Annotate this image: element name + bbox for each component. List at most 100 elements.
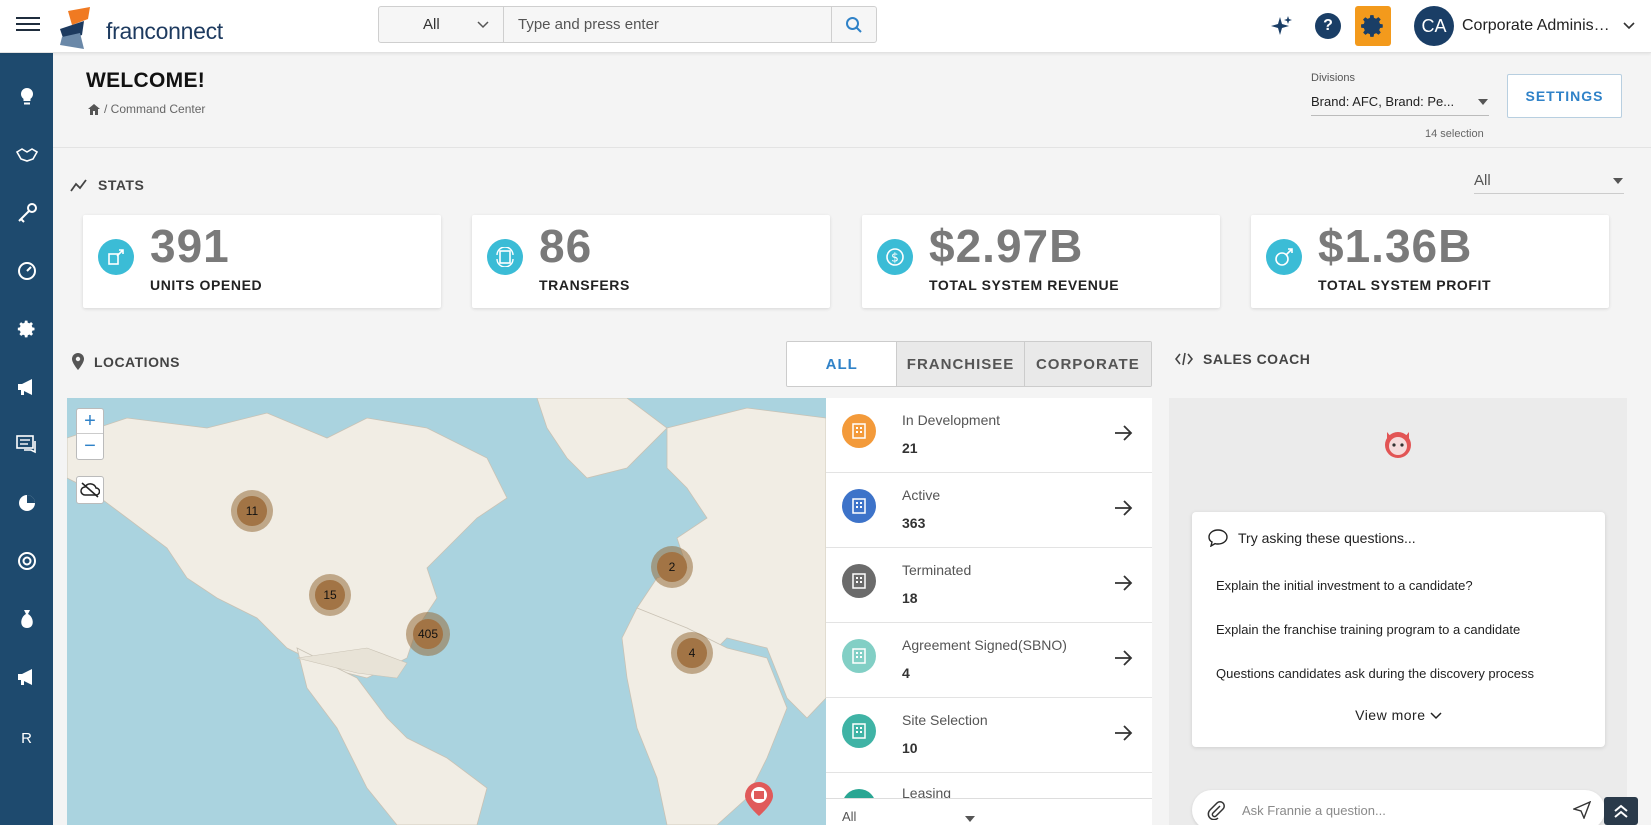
sidebar-item-support[interactable] [0, 541, 53, 581]
menu-icon[interactable] [16, 14, 40, 34]
search-input[interactable] [504, 7, 831, 42]
breadcrumb-current: / Command Center [104, 102, 206, 116]
sidebar-item-marketing[interactable] [0, 367, 53, 407]
admin-settings-button[interactable] [1355, 6, 1391, 46]
gear-icon [1361, 15, 1383, 37]
settings-button[interactable]: SETTINGS [1507, 74, 1622, 118]
help-icon[interactable]: ? [1315, 13, 1341, 39]
arrow-right-icon[interactable] [1114, 724, 1134, 742]
status-filter-select[interactable]: All [826, 798, 1152, 825]
status-name: Terminated [902, 562, 972, 578]
user-name[interactable]: Corporate Administr... [1462, 17, 1612, 35]
arrow-right-icon[interactable] [1114, 574, 1134, 592]
sidebar-item-r[interactable]: R [0, 718, 53, 758]
sidebar-item-dashboard[interactable] [0, 251, 53, 291]
sidebar-item-keys[interactable] [0, 193, 53, 233]
locations-heading: LOCATIONS [72, 353, 180, 370]
stat-card-transfers[interactable]: 86 TRANSFERS [472, 215, 830, 308]
dollar-icon: $ [877, 239, 913, 275]
status-agreement-signed[interactable]: Agreement Signed(SBNO) 4 [826, 623, 1152, 698]
double-chevron-up-icon [1614, 804, 1628, 818]
map-cluster[interactable]: 15 [309, 574, 351, 616]
stats-title: STATS [98, 177, 145, 193]
frannie-mascot-icon [1385, 432, 1411, 458]
suggested-questions-heading: Try asking these questions... [1208, 529, 1416, 547]
home-icon[interactable] [88, 103, 100, 115]
zoom-control: + − [76, 408, 104, 460]
locations-map[interactable]: + − 11 15 405 2 4 [67, 398, 826, 825]
avatar[interactable]: CA [1414, 6, 1454, 46]
transfer-icon [487, 239, 523, 275]
divider [53, 147, 1651, 148]
handshake-icon [15, 148, 38, 162]
arrow-right-icon[interactable] [1114, 649, 1134, 667]
sidebar-item-admin[interactable] [0, 309, 53, 349]
search-button[interactable] [831, 7, 876, 42]
suggested-question[interactable]: Explain the franchise training program t… [1216, 622, 1520, 637]
chevron-down-icon[interactable] [1622, 21, 1636, 31]
paperclip-icon[interactable] [1206, 800, 1226, 820]
stat-card-total-profit[interactable]: $1.36B TOTAL SYSTEM PROFIT [1251, 215, 1609, 308]
suggested-question[interactable]: Questions candidates ask during the disc… [1216, 666, 1534, 681]
sidebar-item-reports[interactable] [0, 483, 53, 523]
status-site-selection[interactable]: Site Selection 10 [826, 698, 1152, 773]
stat-value: 86 [539, 220, 593, 272]
suggested-questions-card: Try asking these questions... Explain th… [1192, 512, 1605, 747]
pie-icon [18, 495, 35, 511]
lifebuoy-icon [17, 552, 36, 570]
status-name: Active [902, 487, 941, 503]
logo-text: franconnect [106, 18, 223, 44]
arrow-right-icon[interactable] [1114, 499, 1134, 517]
key-icon [17, 203, 37, 223]
tab-all[interactable]: ALL [787, 342, 897, 386]
franconnect-logo[interactable]: franconnect [58, 7, 238, 49]
scroll-to-top-button[interactable] [1604, 797, 1638, 825]
megaphone-icon [17, 669, 32, 685]
gear-icon [17, 320, 34, 338]
cloud-off-button[interactable] [76, 476, 104, 504]
top-bar: franconnect All ? CA Corporate Administr… [0, 0, 1651, 53]
caret-down-icon [1478, 98, 1488, 105]
map-cluster[interactable]: 4 [671, 632, 713, 674]
location-status-list: In Development 21 Active 363 Terminated … [826, 398, 1152, 825]
sparkle-icon[interactable] [1269, 13, 1295, 39]
speech-bubble-icon [1208, 529, 1228, 547]
send-icon[interactable] [1573, 801, 1591, 819]
suggested-question[interactable]: Explain the initial investment to a cand… [1216, 578, 1473, 593]
chevron-down-icon [477, 20, 489, 28]
divisions-select[interactable]: Brand: AFC, Brand: Pe... [1311, 88, 1489, 116]
map-cluster[interactable]: 405 [406, 612, 450, 656]
search-scope-select[interactable]: All [379, 7, 504, 42]
status-active[interactable]: Active 363 [826, 473, 1152, 548]
stat-card-units-opened[interactable]: 391 UNITS OPENED [83, 215, 441, 308]
stat-card-total-revenue[interactable]: $ $2.97B TOTAL SYSTEM REVENUE [862, 215, 1220, 308]
tab-corporate[interactable]: CORPORATE [1023, 342, 1151, 386]
megaphone-icon [17, 379, 32, 395]
map-marker-icon[interactable] [745, 782, 773, 816]
units-icon [98, 239, 134, 275]
locations-title: LOCATIONS [94, 353, 180, 370]
sidebar-item-campaigns[interactable] [0, 657, 53, 697]
ask-frannie-input[interactable] [1242, 802, 1557, 818]
map-cluster[interactable]: 2 [651, 546, 693, 588]
status-filter-value: All [842, 809, 857, 824]
zoom-out-button[interactable]: − [77, 434, 103, 459]
sidebar-item-messages[interactable] [0, 425, 53, 465]
view-more-button[interactable]: View more [1192, 707, 1605, 723]
zoom-in-button[interactable]: + [77, 409, 103, 434]
stat-label: UNITS OPENED [150, 277, 263, 293]
map-cluster[interactable]: 11 [231, 490, 273, 532]
sidebar-item-finance[interactable] [0, 599, 53, 639]
building-icon [842, 564, 876, 598]
status-terminated[interactable]: Terminated 18 [826, 548, 1152, 623]
global-search: All [378, 6, 877, 43]
sidebar-item-deals[interactable] [0, 135, 53, 175]
stats-filter-select[interactable]: All [1474, 168, 1624, 194]
map-pin-icon [72, 353, 84, 370]
chevron-down-icon [1430, 712, 1442, 720]
tab-franchisee[interactable]: FRANCHISEE [896, 342, 1024, 386]
status-in-development[interactable]: In Development 21 [826, 398, 1152, 473]
divisions-count: 14 selection [1425, 128, 1484, 140]
arrow-right-icon[interactable] [1114, 424, 1134, 442]
sidebar-item-ideas[interactable] [0, 77, 53, 117]
